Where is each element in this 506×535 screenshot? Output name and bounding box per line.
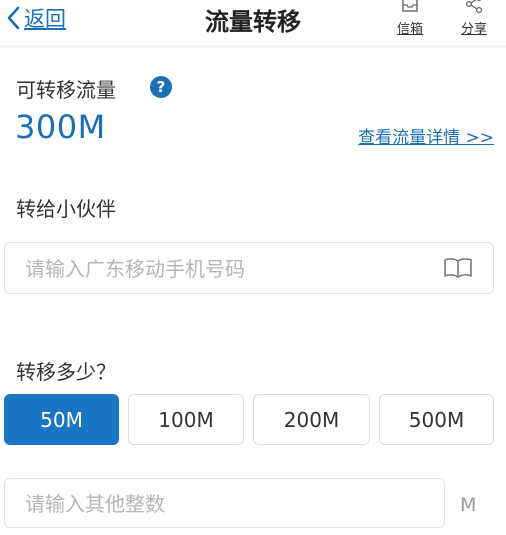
inbox-button[interactable]: 信箱 [388, 0, 432, 38]
option-500m-button[interactable]: 500M [379, 394, 494, 445]
share-button[interactable]: 分享 [452, 0, 496, 38]
inbox-label: 信箱 [396, 22, 423, 37]
other-amount-box [4, 478, 445, 529]
phone-input-box [4, 242, 494, 295]
share-icon [465, 0, 483, 14]
share-label: 分享 [460, 22, 487, 37]
transfer-amount-section-label: 转移多少？ [16, 360, 116, 384]
amount-unit-label: M [460, 494, 477, 516]
option-200m-button[interactable]: 200M [253, 394, 370, 445]
header-bar: 返回 流量转移 信箱 分享 [0, 0, 506, 47]
contacts-book-icon[interactable] [443, 257, 473, 279]
other-amount-input[interactable] [23, 479, 427, 529]
help-icon[interactable]: ? [150, 76, 172, 98]
option-100m-button[interactable]: 100M [128, 394, 244, 445]
recipient-section-label: 转给小伙伴 [16, 197, 116, 221]
transferable-flow-label: 可转移流量 [16, 78, 116, 102]
inbox-icon [402, 0, 418, 12]
phone-number-input[interactable] [23, 243, 427, 295]
option-50m-button[interactable]: 50M [4, 394, 119, 445]
flow-detail-link[interactable]: 查看流量详情 >> [358, 123, 494, 148]
transferable-amount: 300M [15, 108, 106, 146]
